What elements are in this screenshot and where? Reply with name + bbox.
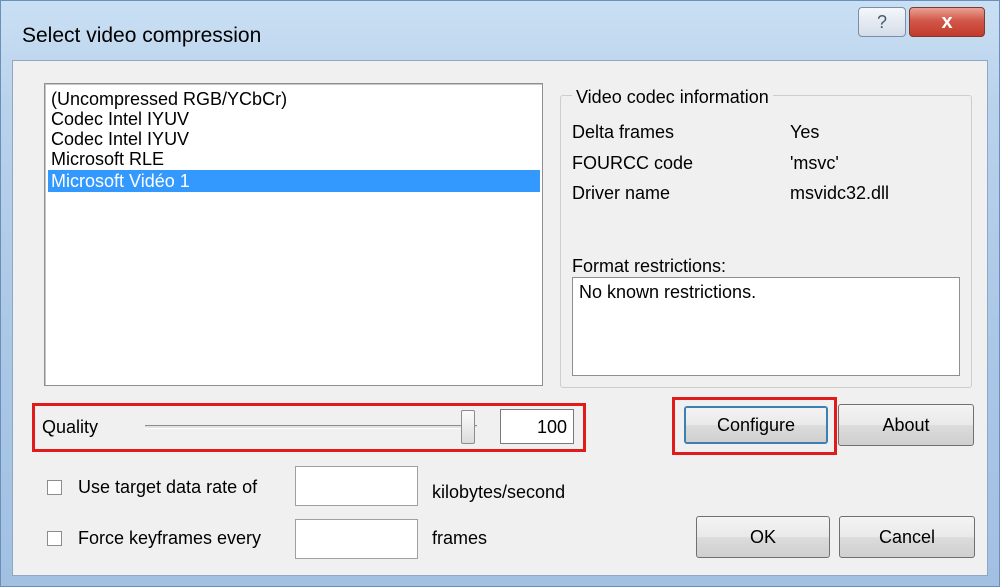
- codec-info-group-title: Video codec information: [572, 87, 773, 108]
- fourcc-label: FOURCC code: [572, 153, 694, 173]
- keyframes-unit: frames: [432, 528, 488, 548]
- keyframes-input[interactable]: [295, 519, 418, 559]
- dialog-title: Select video compression: [22, 24, 262, 47]
- data-rate-label: Use target data rate of: [78, 477, 258, 497]
- format-restrictions-box: No known restrictions.: [572, 277, 960, 376]
- delta-frames-label: Delta frames: [572, 122, 675, 142]
- cancel-button[interactable]: Cancel: [839, 516, 975, 558]
- keyframes-label: Force keyframes every: [78, 528, 262, 548]
- help-button[interactable]: ?: [858, 7, 906, 37]
- codec-item-intel-iyuv-2[interactable]: Codec Intel IYUV: [48, 128, 540, 150]
- codec-item-uncompressed[interactable]: (Uncompressed RGB/YCbCr): [48, 88, 540, 110]
- quality-slider-thumb[interactable]: [461, 410, 475, 444]
- help-icon: ?: [876, 12, 887, 32]
- about-button[interactable]: About: [838, 404, 974, 446]
- keyframes-checkbox[interactable]: [47, 531, 62, 546]
- codec-item-intel-iyuv-1[interactable]: Codec Intel IYUV: [48, 108, 540, 130]
- delta-frames-value: Yes: [790, 122, 820, 142]
- ok-button[interactable]: OK: [696, 516, 830, 558]
- quality-slider-track[interactable]: [145, 425, 477, 429]
- data-rate-checkbox[interactable]: [47, 480, 62, 495]
- close-icon: x: [941, 11, 953, 33]
- driver-name-value: msvidc32.dll: [790, 183, 890, 203]
- data-rate-unit: kilobytes/second: [432, 482, 566, 502]
- quality-label: Quality: [42, 417, 99, 437]
- driver-name-label: Driver name: [572, 183, 671, 203]
- codec-item-microsoft-video-1[interactable]: Microsoft Vidéo 1: [48, 170, 540, 192]
- codec-list[interactable]: (Uncompressed RGB/YCbCr) Codec Intel IYU…: [44, 83, 543, 386]
- configure-button[interactable]: Configure: [684, 406, 828, 444]
- close-button[interactable]: x: [909, 7, 985, 37]
- quality-value-field[interactable]: 100: [500, 409, 574, 444]
- fourcc-value: 'msvc': [790, 153, 839, 173]
- codec-item-microsoft-rle[interactable]: Microsoft RLE: [48, 148, 540, 170]
- format-restrictions-text: No known restrictions.: [579, 282, 757, 302]
- data-rate-input[interactable]: [295, 466, 418, 506]
- format-restrictions-label: Format restrictions:: [572, 256, 727, 276]
